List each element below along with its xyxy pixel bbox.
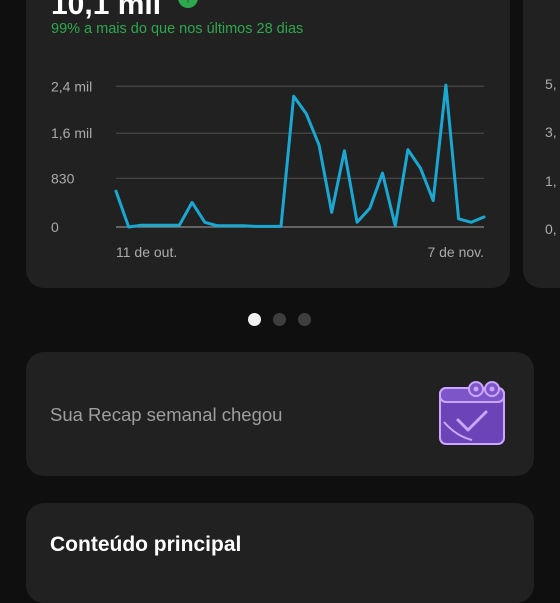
carousel-dot-3[interactable] xyxy=(298,313,311,326)
carousel-dot-2[interactable] xyxy=(273,313,286,326)
y-tick-label: 2,4 mil xyxy=(51,78,92,94)
next-card-tick: 1, xyxy=(545,173,557,189)
next-card-tick: 5, xyxy=(545,76,557,92)
metric-chart: 2,4 mil 1,6 mil 830 0 11 de out. 7 de nov. xyxy=(51,78,486,260)
y-tick-label: 830 xyxy=(51,170,75,186)
next-card-tick: 0, xyxy=(545,221,557,237)
weekly-recap-card[interactable]: Sua Recap semanal chegou xyxy=(26,352,534,476)
metric-card[interactable]: 10,1 mil ↑ 99% a mais do que nos últimos… xyxy=(26,0,510,288)
recap-text: Sua Recap semanal chegou xyxy=(50,404,283,425)
calendar-recap-icon xyxy=(439,381,505,445)
series-line xyxy=(114,83,486,229)
x-tick-label: 11 de out. xyxy=(116,244,177,260)
x-tick-label: 7 de nov. xyxy=(427,244,484,260)
y-tick-label: 0 xyxy=(51,219,59,235)
top-content-card[interactable]: Conteúdo principal xyxy=(26,503,534,603)
next-metric-card[interactable]: 5, 3, 1, 0, xyxy=(523,0,560,288)
next-card-tick: 3, xyxy=(545,124,557,140)
top-content-title: Conteúdo principal xyxy=(50,533,242,556)
carousel-indicator xyxy=(248,313,311,326)
carousel-dot-1[interactable] xyxy=(248,313,261,326)
y-tick-label: 1,6 mil xyxy=(51,125,92,141)
